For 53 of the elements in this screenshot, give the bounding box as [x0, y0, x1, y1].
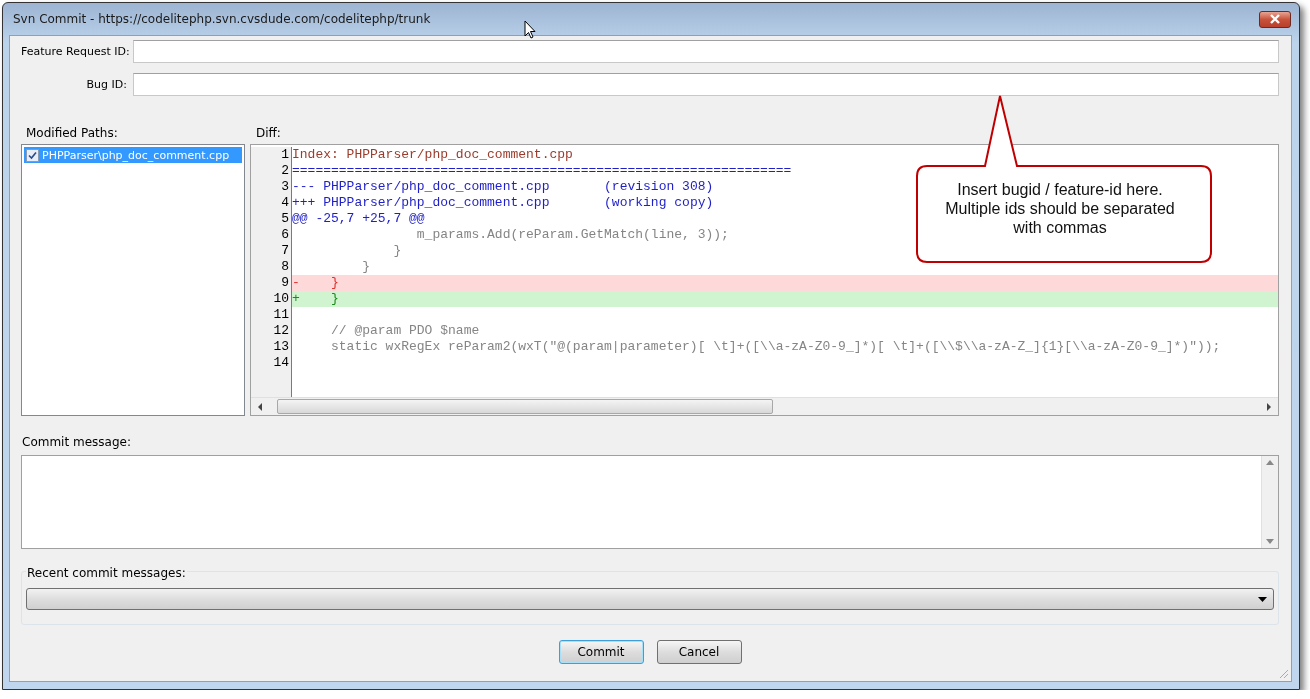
line-number: 13 — [272, 339, 290, 355]
scroll-down-icon[interactable] — [1266, 539, 1274, 544]
horizontal-scrollbar[interactable] — [251, 397, 1278, 415]
commit-message-label: Commit message: — [21, 435, 132, 451]
resize-grip-icon[interactable] — [1279, 669, 1289, 679]
line-number: 3 — [280, 179, 290, 195]
code-text: - } — [292, 275, 339, 290]
close-icon — [1269, 14, 1281, 24]
code-text: } — [392, 243, 402, 258]
checkbox[interactable] — [26, 148, 39, 162]
line-number: 1 — [280, 147, 290, 163]
code-text: m_params.Add(reParam.GetMatch(line, 3)); — [415, 227, 729, 242]
line-number: 7 — [280, 243, 290, 259]
code-text: static wxRegEx reParam2(wxT("@(param|parameter)[ \t]+([\\a-zA-Z0-9_]*)[ \t]+([\\$\\a-zA-Z_]{1}[\\a-zA-Z0-9_]*)")); — [330, 339, 1221, 354]
panel-label: Modified Paths: — [25, 126, 119, 140]
commit-message-field[interactable] — [21, 455, 1279, 549]
scroll-right-icon[interactable] — [1266, 402, 1272, 411]
line-number: 4 — [280, 195, 290, 211]
line-number: 2 — [280, 163, 290, 179]
group-label: Recent commit messages: — [26, 566, 187, 580]
line-number: 12 — [272, 323, 290, 339]
line-number: 14 — [272, 355, 290, 371]
code-text: +++ PHPParser/php_doc_comment.cpp (working copy) — [292, 195, 714, 210]
scrollbar-thumb[interactable] — [277, 399, 773, 414]
code-text: Index: PHPParser/php_doc_comment.cpp — [292, 147, 573, 162]
field-label: Bug ID: — [85, 78, 127, 91]
code-text: @@ -25,7 +25,7 @@ — [292, 211, 425, 226]
line-number: 11 — [272, 307, 290, 323]
panel-label: Diff: — [255, 126, 281, 140]
dialog-button[interactable]: Commit — [558, 640, 644, 664]
line-number: 6 — [280, 227, 290, 243]
input-field[interactable] — [133, 73, 1279, 96]
line-number: 9 — [280, 275, 290, 291]
callout-text: Insert bugid / feature-id here. Multiple ids should be separated with commas — [944, 180, 1176, 237]
scroll-up-icon[interactable] — [1266, 460, 1274, 465]
field-label: Feature Request ID: — [21, 45, 127, 58]
recent-messages-dropdown[interactable] — [26, 588, 1274, 610]
line-number: 5 — [280, 211, 290, 227]
window-title: Svn Commit - https://codelitephp.svn.cvsdude.com/codelitephp/trunk — [13, 12, 431, 26]
line-number: 8 — [280, 259, 290, 275]
mouse-cursor-icon — [524, 20, 536, 39]
vertical-scrollbar[interactable] — [1261, 456, 1278, 548]
line-number: 10 — [272, 291, 290, 307]
code-text: // @param PDO $name — [330, 323, 480, 338]
dialog-button[interactable]: Cancel — [656, 640, 742, 664]
dropdown-caret-icon — [1258, 596, 1267, 602]
code-text: + } — [292, 291, 339, 306]
input-field[interactable] — [133, 40, 1279, 63]
code-text: --- PHPParser/php_doc_comment.cpp (revision 308) — [292, 179, 714, 194]
code-text: } — [361, 259, 370, 274]
code-text: ================================================================ — [292, 163, 792, 178]
scroll-left-icon[interactable] — [257, 402, 263, 411]
close-button[interactable] — [1259, 10, 1291, 28]
